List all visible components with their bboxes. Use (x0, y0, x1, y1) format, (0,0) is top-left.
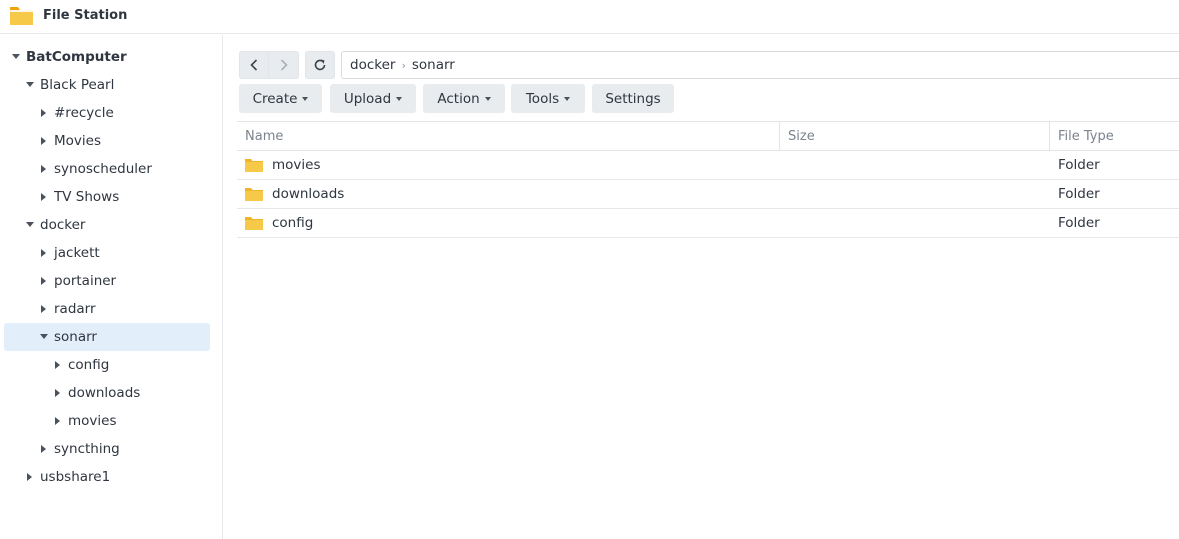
refresh-button[interactable] (305, 51, 335, 79)
breadcrumb-separator-icon: › (401, 58, 406, 72)
tree-item-movies[interactable]: movies (54, 407, 117, 435)
path-bar[interactable]: docker › sonarr (341, 51, 1179, 79)
table-row[interactable]: config Folder (237, 209, 1179, 238)
column-header-size[interactable]: Size (779, 122, 1049, 151)
tree-item-label: docker (40, 217, 86, 233)
tree-item-label: config (68, 357, 110, 373)
tree-item-syncthing[interactable]: syncthing (40, 435, 120, 463)
forward-button[interactable] (269, 51, 299, 79)
chevron-right-icon (280, 59, 288, 71)
tree-item-jackett[interactable]: jackett (40, 239, 100, 267)
chevron-right-icon[interactable] (40, 248, 48, 258)
table-row[interactable]: downloads Folder (237, 180, 1179, 209)
chevron-down-icon[interactable] (40, 332, 48, 342)
action-button[interactable]: Action (423, 84, 505, 113)
tree-item-label: movies (68, 413, 117, 429)
caret-down-icon (564, 96, 571, 101)
folder-icon (245, 217, 263, 230)
upload-button[interactable]: Upload (330, 84, 416, 113)
chevron-right-icon[interactable] (40, 108, 48, 118)
chevron-right-icon[interactable] (54, 360, 62, 370)
tree-item-label: usbshare1 (40, 469, 111, 485)
tree-item-label: portainer (54, 273, 117, 289)
tree-item-label: synoscheduler (54, 161, 152, 177)
tree-item-sonarr[interactable]: sonarr (40, 323, 97, 351)
tree-item-config[interactable]: config (54, 351, 109, 379)
tree-item-recycle[interactable]: #recycle (40, 99, 114, 127)
tools-button-label: Tools (525, 90, 560, 107)
column-header-file-type[interactable]: File Type (1049, 122, 1179, 151)
tree-item-label: #recycle (54, 105, 114, 121)
file-name: config (272, 215, 314, 231)
chevron-right-icon[interactable] (40, 276, 48, 286)
file-station-folder-icon (10, 7, 33, 25)
tree-item-black-pearl[interactable]: Black Pearl (26, 71, 114, 99)
tree-item-usbshare1[interactable]: usbshare1 (26, 463, 110, 491)
file-type-cell: Folder (1058, 215, 1100, 231)
chevron-down-icon[interactable] (12, 52, 20, 62)
folder-icon (245, 159, 263, 172)
tree-item-label: radarr (54, 301, 96, 317)
file-name: downloads (272, 186, 345, 202)
tools-button[interactable]: Tools (511, 84, 585, 113)
tree-item-docker[interactable]: docker (26, 211, 85, 239)
folder-tree-sidebar: BatComputer Black Pearl #recycle Movies … (0, 35, 223, 539)
table-row[interactable]: movies Folder (237, 151, 1179, 180)
tree-item-label: sonarr (54, 329, 97, 345)
tree-item-label: jackett (54, 245, 100, 261)
column-header-name[interactable]: Name (237, 122, 779, 151)
chevron-down-icon[interactable] (26, 220, 34, 230)
caret-down-icon (396, 96, 403, 101)
breadcrumb-sonarr[interactable]: sonarr (412, 57, 455, 73)
refresh-icon (314, 59, 326, 71)
folder-icon (245, 188, 263, 201)
create-button-label: Create (252, 90, 298, 107)
main-panel: docker › sonarr Create Upload Action Too… (223, 35, 1179, 539)
chevron-right-icon[interactable] (40, 444, 48, 454)
app-title: File Station (43, 8, 128, 23)
caret-down-icon (484, 96, 491, 101)
upload-button-label: Upload (343, 90, 392, 107)
chevron-right-icon[interactable] (40, 192, 48, 202)
file-list: Name Size File Type movies Folder downlo… (237, 121, 1179, 238)
tree-item-label: TV Shows (54, 189, 120, 205)
chevron-down-icon[interactable] (26, 80, 34, 90)
chevron-right-icon[interactable] (54, 388, 62, 398)
settings-button[interactable]: Settings (592, 84, 674, 113)
tree-item-tv-shows[interactable]: TV Shows (40, 183, 119, 211)
file-list-header: Name Size File Type (237, 121, 1179, 151)
name-cell: config (245, 209, 313, 237)
back-button[interactable] (239, 51, 269, 79)
tree-item-label: Black Pearl (40, 77, 115, 93)
breadcrumb-docker[interactable]: docker (350, 57, 395, 73)
create-button[interactable]: Create (239, 84, 322, 113)
name-cell: downloads (245, 180, 344, 208)
tree-item-downloads[interactable]: downloads (54, 379, 140, 407)
tree-item-movies-share[interactable]: Movies (40, 127, 101, 155)
chevron-left-icon (250, 59, 258, 71)
tree-item-portainer[interactable]: portainer (40, 267, 116, 295)
chevron-right-icon[interactable] (54, 416, 62, 426)
tree-item-label: BatComputer (26, 49, 127, 65)
chevron-right-icon[interactable] (40, 304, 48, 314)
tree-item-label: syncthing (54, 441, 120, 457)
title-bar: File Station (0, 0, 1179, 34)
tree-item-batcomputer[interactable]: BatComputer (12, 43, 127, 71)
settings-button-label: Settings (605, 90, 661, 107)
chevron-right-icon[interactable] (26, 472, 34, 482)
file-name: movies (272, 157, 321, 173)
chevron-right-icon[interactable] (40, 164, 48, 174)
name-cell: movies (245, 151, 321, 179)
tree-item-radarr[interactable]: radarr (40, 295, 96, 323)
caret-down-icon (302, 96, 309, 101)
tree-item-label: Movies (54, 133, 101, 149)
tree-selection-highlight (4, 323, 210, 351)
action-button-label: Action (437, 90, 480, 107)
chevron-right-icon[interactable] (40, 136, 48, 146)
tree-item-synoscheduler[interactable]: synoscheduler (40, 155, 152, 183)
file-type-cell: Folder (1058, 157, 1100, 173)
file-type-cell: Folder (1058, 186, 1100, 202)
tree-item-label: downloads (68, 385, 141, 401)
